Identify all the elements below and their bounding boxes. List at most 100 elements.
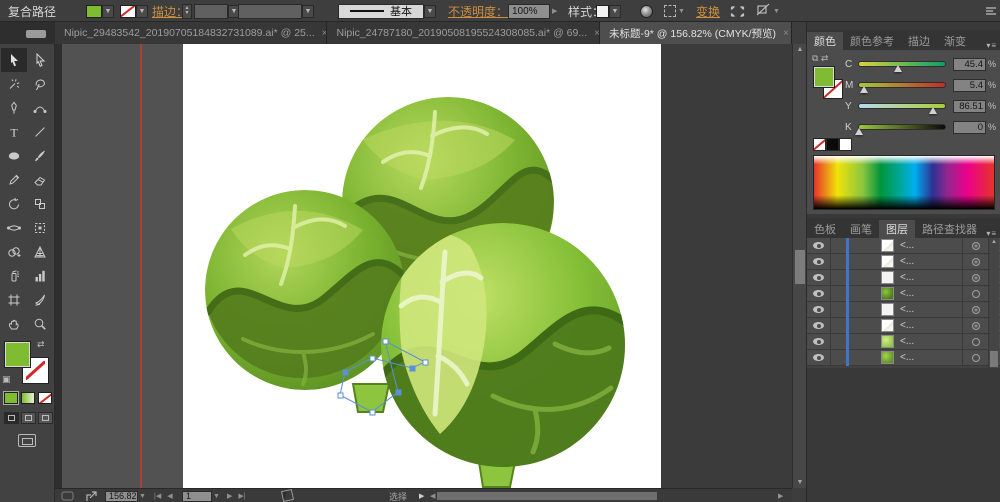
layer-thumbnail[interactable] (881, 239, 894, 252)
channel-slider[interactable] (858, 61, 946, 67)
visibility-cell[interactable] (807, 350, 831, 366)
toolbar-grip[interactable] (26, 30, 46, 38)
ellipse-tool[interactable] (1, 144, 27, 168)
tab-close-icon[interactable]: × (783, 28, 789, 39)
isolate-dropdown-icon[interactable]: ▼ (678, 8, 685, 15)
eraser-tool[interactable] (27, 168, 53, 192)
quick-swatch-white[interactable] (839, 138, 852, 151)
layers-panel-tab-2[interactable]: 画笔 (843, 220, 879, 238)
channel-value-field[interactable]: 86.51 (953, 100, 986, 113)
lasso-tool[interactable] (27, 72, 53, 96)
none-mode-button[interactable] (38, 392, 52, 404)
target-cell[interactable] (962, 238, 988, 254)
layer-row-2[interactable]: <... (807, 254, 1000, 270)
target-icon[interactable] (972, 338, 980, 346)
quick-swatch-black[interactable] (826, 138, 839, 151)
rotate-tool[interactable] (1, 192, 27, 216)
channel-value-field[interactable]: 5.4 (953, 79, 986, 92)
stroke-color-swatch[interactable] (120, 5, 136, 18)
eye-icon[interactable] (813, 258, 824, 265)
color-panel-tab-4[interactable]: 渐变 (937, 32, 973, 50)
eye-icon[interactable] (813, 290, 824, 297)
perspective-grid-tool[interactable] (27, 240, 53, 264)
layers-panel-tab-4[interactable]: 路径查找器 (915, 220, 984, 238)
draw-inside-button[interactable] (38, 412, 53, 424)
recolor-artwork-icon[interactable] (640, 5, 653, 18)
visibility-cell[interactable] (807, 302, 831, 318)
visibility-cell[interactable] (807, 270, 831, 286)
visibility-cell[interactable] (807, 238, 831, 254)
color-mode-button[interactable] (4, 392, 18, 404)
channel-value-field[interactable]: 0 (953, 121, 986, 134)
layer-row-3[interactable]: <... (807, 270, 1000, 286)
layer-thumbnail[interactable] (881, 287, 894, 300)
panel-collapse-icon[interactable] (985, 0, 997, 22)
layer-name-label[interactable]: <... (900, 336, 962, 347)
color-panel-menu-icon[interactable]: ▾≡ (986, 41, 1000, 50)
target-cell[interactable] (962, 318, 988, 334)
layer-name-label[interactable]: <... (900, 304, 962, 315)
layer-row-7[interactable]: <... (807, 334, 1000, 350)
red-guide-line[interactable] (140, 44, 142, 488)
channel-slider-thumb[interactable] (855, 128, 863, 135)
stroke-style-dropdown-icon[interactable]: ▼ (424, 5, 436, 18)
visibility-cell[interactable] (807, 254, 831, 270)
scroll-down-icon[interactable]: ▼ (793, 477, 807, 488)
layer-name-label[interactable]: <... (900, 288, 962, 299)
align-dropdown-icon[interactable] (756, 3, 771, 19)
eye-icon[interactable] (813, 242, 824, 249)
layers-scroll-up-icon[interactable]: ▲ (989, 239, 999, 245)
layer-row-8[interactable]: <... (807, 350, 1000, 366)
gradient-mode-button[interactable] (21, 392, 35, 404)
opacity-field[interactable]: 100% (508, 4, 550, 19)
opacity-expand-icon[interactable]: ▶ (552, 7, 557, 15)
direct-selection-tool[interactable] (27, 48, 53, 72)
prev-artboard-icon[interactable]: ◀ (167, 492, 172, 500)
hand-tool[interactable] (1, 312, 27, 336)
align-menu-arrow-icon[interactable]: ▼ (773, 8, 780, 15)
curvature-tool[interactable] (27, 96, 53, 120)
layer-thumbnail[interactable] (881, 303, 894, 316)
layers-panel-tab-3[interactable]: 图层 (879, 220, 915, 238)
slice-tool[interactable] (27, 288, 53, 312)
layers-scrollbar[interactable]: ▲ (988, 238, 999, 368)
target-icon[interactable] (972, 242, 980, 250)
panel-fill-swatch[interactable] (814, 67, 834, 87)
stroke-weight-stepper[interactable]: ▲▼ (182, 4, 192, 19)
style-swatch[interactable] (596, 5, 609, 18)
type-tool[interactable]: T (1, 120, 27, 144)
align-expand-icon[interactable] (730, 0, 745, 22)
visibility-cell[interactable] (807, 318, 831, 334)
layer-thumbnail[interactable] (881, 335, 894, 348)
first-artboard-icon[interactable]: |◀ (154, 492, 161, 500)
zoom-dropdown-icon[interactable]: ▼ (139, 493, 146, 500)
target-cell[interactable] (962, 350, 988, 366)
color-panel-tab-1[interactable]: 颜色 (807, 32, 843, 50)
eye-icon[interactable] (813, 322, 824, 329)
document-tab-1[interactable]: Nipic_29483542_20190705184832731089.ai* … (55, 22, 327, 44)
layer-thumbnail[interactable] (881, 271, 894, 284)
free-transform-tool[interactable] (27, 216, 53, 240)
artboard-dropdown-icon[interactable]: ▼ (213, 493, 220, 500)
export-arrow-icon[interactable] (86, 489, 98, 502)
artboard-number-field[interactable]: 1 (182, 491, 212, 502)
symbol-sprayer-tool[interactable] (1, 264, 27, 288)
color-panel-tab-3[interactable]: 描边 (901, 32, 937, 50)
target-icon[interactable] (972, 306, 980, 314)
stroke-style-button[interactable]: 基本 (338, 4, 424, 19)
stroke-weight-field[interactable] (194, 4, 228, 19)
zoom-tool[interactable] (27, 312, 53, 336)
eye-icon[interactable] (813, 354, 824, 361)
column-graph-tool[interactable] (27, 264, 53, 288)
layer-thumbnail[interactable] (881, 319, 894, 332)
layers-panel-menu-icon[interactable]: ▾≡ (986, 229, 1000, 238)
brush-definition-dropdown-icon[interactable]: ▼ (302, 5, 314, 18)
width-tool[interactable] (1, 216, 27, 240)
pencil-tool[interactable] (1, 168, 27, 192)
target-cell[interactable] (962, 302, 988, 318)
layer-thumbnail[interactable] (881, 351, 894, 364)
scroll-up-icon[interactable]: ▲ (793, 44, 807, 55)
opacity-link[interactable]: 不透明度： (448, 3, 508, 20)
color-panel-mini-icons[interactable]: ⧉ ⇄ (812, 53, 828, 64)
layers-panel-tab-1[interactable]: 色板 (807, 220, 843, 238)
